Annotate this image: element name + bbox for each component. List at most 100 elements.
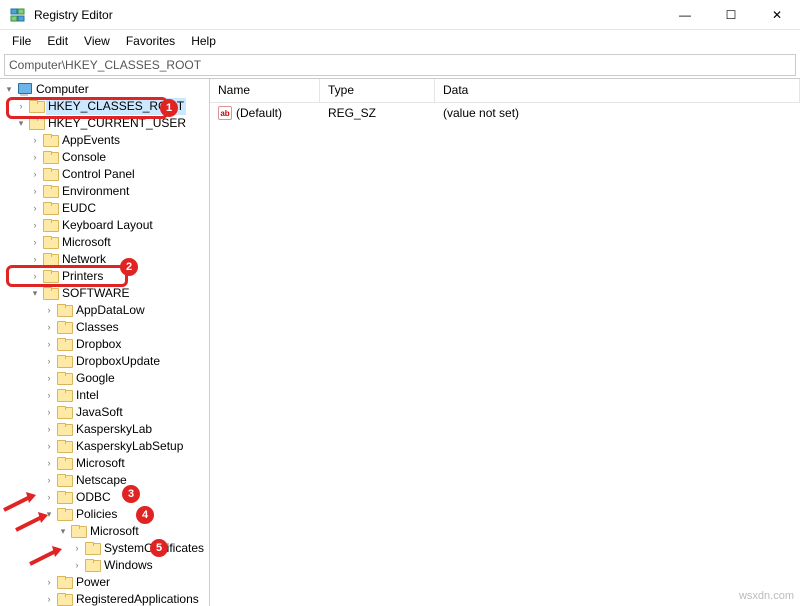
tree-label: ODBC	[74, 489, 113, 506]
chevron-down-icon[interactable]: ▾	[2, 81, 16, 98]
tree-item[interactable]: › Control Panel	[0, 166, 209, 183]
tree-item[interactable]: ›Environment	[0, 183, 209, 200]
folder-icon	[42, 219, 58, 232]
chevron-right-icon[interactable]: ›	[42, 421, 56, 438]
menu-edit[interactable]: Edit	[39, 32, 76, 50]
tree-item[interactable]: ›Classes	[0, 319, 209, 336]
tree-label: JavaSoft	[74, 404, 125, 421]
tree-item[interactable]: › KasperskyLabSetup	[0, 438, 209, 455]
tree-item[interactable]: ›Keyboard Layout	[0, 217, 209, 234]
menu-file[interactable]: File	[4, 32, 39, 50]
tree-policies-microsoft[interactable]: ▾ Microsoft	[0, 523, 209, 540]
tree-root[interactable]: ▾ Computer	[0, 81, 209, 98]
list-row[interactable]: ab (Default) REG_SZ (value not set)	[210, 103, 800, 123]
chevron-down-icon[interactable]: ▾	[28, 285, 42, 302]
chevron-right-icon[interactable]: ›	[28, 217, 42, 234]
tree-label: Netscape	[74, 472, 129, 489]
menu-view[interactable]: View	[76, 32, 118, 50]
menu-favorites[interactable]: Favorites	[118, 32, 183, 50]
chevron-right-icon[interactable]: ›	[28, 132, 42, 149]
tree-label: HKEY_CLASSES_ROOT	[46, 98, 186, 115]
chevron-right-icon[interactable]: ›	[42, 455, 56, 472]
chevron-down-icon[interactable]: ▾	[14, 115, 28, 132]
tree-item[interactable]: ›EUDC	[0, 200, 209, 217]
chevron-right-icon[interactable]: ›	[28, 200, 42, 217]
address-bar[interactable]: Computer\HKEY_CLASSES_ROOT	[4, 54, 796, 76]
tree-item[interactable]: › Intel	[0, 387, 209, 404]
chevron-right-icon[interactable]: ›	[42, 319, 56, 336]
tree-item[interactable]: ›KasperskyLab	[0, 421, 209, 438]
chevron-right-icon[interactable]: ›	[28, 149, 42, 166]
folder-icon	[42, 168, 58, 181]
chevron-right-icon[interactable]: ›	[28, 166, 42, 183]
tree-item[interactable]: › Console	[0, 149, 209, 166]
tree-item[interactable]: › Netscape	[0, 472, 209, 489]
tree-item[interactable]: ›Google	[0, 370, 209, 387]
chevron-right-icon[interactable]: ›	[42, 591, 56, 606]
menu-help[interactable]: Help	[183, 32, 224, 50]
chevron-right-icon[interactable]: ›	[42, 370, 56, 387]
tree-item[interactable]: ›Microsoft	[0, 234, 209, 251]
folder-icon	[56, 576, 72, 589]
tree-hkcr[interactable]: › HKEY_CLASSES_ROOT	[0, 98, 209, 115]
chevron-right-icon[interactable]: ›	[42, 472, 56, 489]
folder-icon	[56, 508, 72, 521]
tree-label: Intel	[74, 387, 101, 404]
chevron-right-icon[interactable]: ›	[14, 98, 28, 115]
tree-label: SOFTWARE	[60, 285, 132, 302]
tree-label: Microsoft	[74, 455, 127, 472]
chevron-right-icon[interactable]: ›	[42, 438, 56, 455]
tree-label: KasperskyLabSetup	[74, 438, 185, 455]
folder-icon	[56, 440, 72, 453]
col-data[interactable]: Data	[435, 79, 800, 102]
tree-item[interactable]: ›AppDataLow	[0, 302, 209, 319]
tree-label: Control Panel	[60, 166, 137, 183]
tree-item[interactable]: ›Dropbox	[0, 336, 209, 353]
minimize-button[interactable]: —	[662, 0, 708, 29]
chevron-right-icon[interactable]: ›	[42, 489, 56, 506]
col-type[interactable]: Type	[320, 79, 435, 102]
tree-policies[interactable]: ▾ Policies	[0, 506, 209, 523]
tree-item[interactable]: ›Power	[0, 574, 209, 591]
tree-item[interactable]: › JavaSoft	[0, 404, 209, 421]
col-name[interactable]: Name	[210, 79, 320, 102]
tree-item[interactable]: ›SystemCertificates	[0, 540, 209, 557]
tree-item[interactable]: ›Printers	[0, 268, 209, 285]
tree-item[interactable]: ›Network	[0, 251, 209, 268]
chevron-right-icon[interactable]: ›	[42, 387, 56, 404]
tree-panel[interactable]: ▾ Computer › HKEY_CLASSES_ROOT ▾ HKEY_CU…	[0, 79, 210, 606]
folder-icon	[56, 406, 72, 419]
folder-icon	[56, 593, 72, 606]
folder-icon	[56, 355, 72, 368]
chevron-down-icon[interactable]: ▾	[56, 523, 70, 540]
chevron-right-icon[interactable]: ›	[28, 183, 42, 200]
tree-item[interactable]: ›DropboxUpdate	[0, 353, 209, 370]
tree-hkcu[interactable]: ▾ HKEY_CURRENT_USER	[0, 115, 209, 132]
tree-label: Console	[60, 149, 108, 166]
tree-windows[interactable]: › Windows	[0, 557, 209, 574]
chevron-right-icon[interactable]: ›	[28, 251, 42, 268]
chevron-down-icon[interactable]: ▾	[42, 506, 56, 523]
chevron-right-icon[interactable]: ›	[42, 404, 56, 421]
chevron-right-icon[interactable]: ›	[28, 268, 42, 285]
chevron-right-icon[interactable]: ›	[42, 336, 56, 353]
tree-item[interactable]: ›RegisteredApplications	[0, 591, 209, 606]
tree-software[interactable]: ▾ SOFTWARE	[0, 285, 209, 302]
chevron-right-icon[interactable]: ›	[70, 540, 84, 557]
tree-item[interactable]: ›AppEvents	[0, 132, 209, 149]
watermark: wsxdn.com	[739, 590, 794, 602]
tree-item[interactable]: › ODBC	[0, 489, 209, 506]
close-button[interactable]: ✕	[754, 0, 800, 29]
chevron-right-icon[interactable]: ›	[42, 302, 56, 319]
maximize-button[interactable]: ☐	[708, 0, 754, 29]
tree-label: Microsoft	[88, 523, 141, 540]
chevron-right-icon[interactable]: ›	[42, 353, 56, 370]
chevron-right-icon[interactable]: ›	[70, 557, 84, 574]
tree-item[interactable]: › Microsoft	[0, 455, 209, 472]
chevron-right-icon[interactable]: ›	[42, 574, 56, 591]
tree-label: Policies	[74, 506, 119, 523]
folder-icon	[42, 202, 58, 215]
folder-icon	[56, 389, 72, 402]
chevron-right-icon[interactable]: ›	[28, 234, 42, 251]
list-panel: Name Type Data ab (Default) REG_SZ (valu…	[210, 79, 800, 606]
